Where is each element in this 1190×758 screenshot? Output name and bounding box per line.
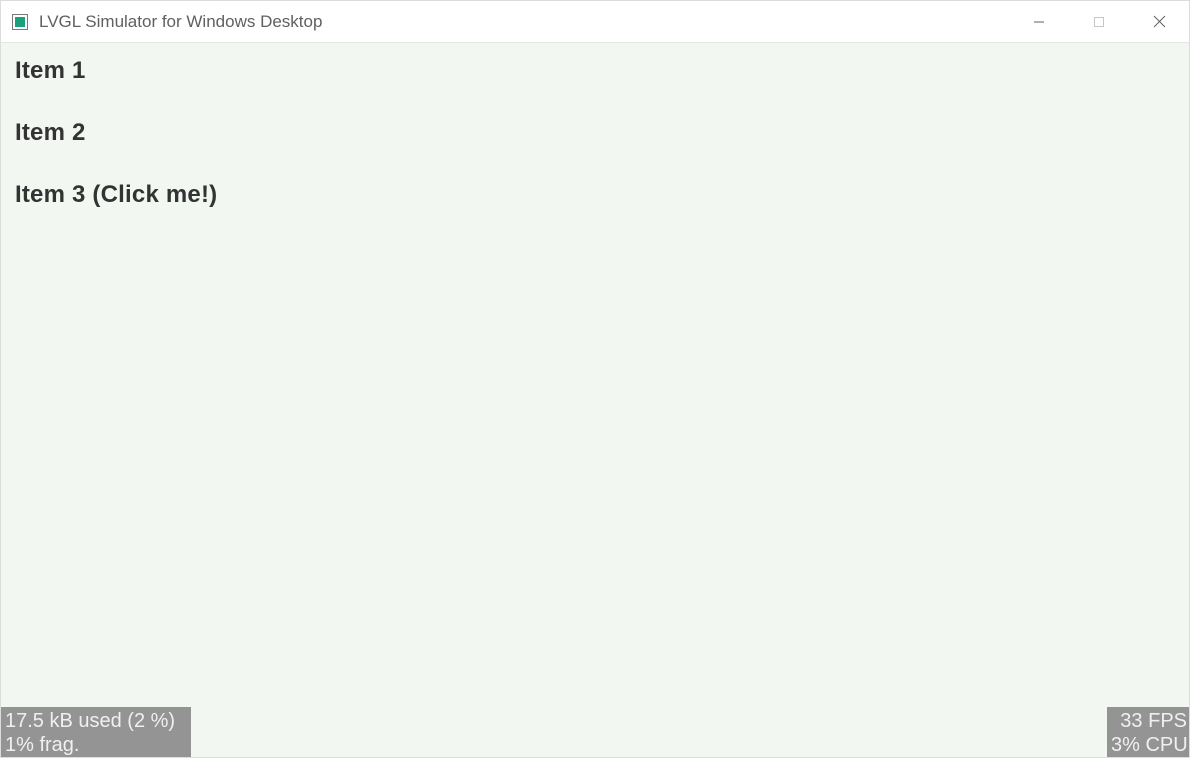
app-icon xyxy=(11,13,29,31)
fps-label: 33 FPS xyxy=(1111,709,1187,733)
cpu-label: 3% CPU xyxy=(1111,733,1187,757)
window-controls xyxy=(1009,1,1189,42)
maximize-button xyxy=(1069,1,1129,42)
memory-stats: 17.5 kB used (2 %) 1% frag. xyxy=(1,707,191,757)
window-title: LVGL Simulator for Windows Desktop xyxy=(39,12,322,32)
close-button[interactable] xyxy=(1129,1,1189,42)
app-window: LVGL Simulator for Windows Desktop Item … xyxy=(0,0,1190,758)
minimize-button[interactable] xyxy=(1009,1,1069,42)
list-item-3[interactable]: Item 3 (Click me!) xyxy=(15,181,217,209)
titlebar-left: LVGL Simulator for Windows Desktop xyxy=(1,12,322,32)
memory-used-label: 17.5 kB used (2 %) xyxy=(5,709,187,733)
client-area: Item 1 Item 2 Item 3 (Click me!) 17.5 kB… xyxy=(1,43,1189,757)
memory-frag-label: 1% frag. xyxy=(5,733,187,757)
list-item-1[interactable]: Item 1 xyxy=(15,57,217,85)
titlebar[interactable]: LVGL Simulator for Windows Desktop xyxy=(1,1,1189,43)
item-list: Item 1 Item 2 Item 3 (Click me!) xyxy=(15,57,217,209)
performance-stats: 33 FPS 3% CPU xyxy=(1107,707,1189,757)
list-item-2[interactable]: Item 2 xyxy=(15,119,217,147)
